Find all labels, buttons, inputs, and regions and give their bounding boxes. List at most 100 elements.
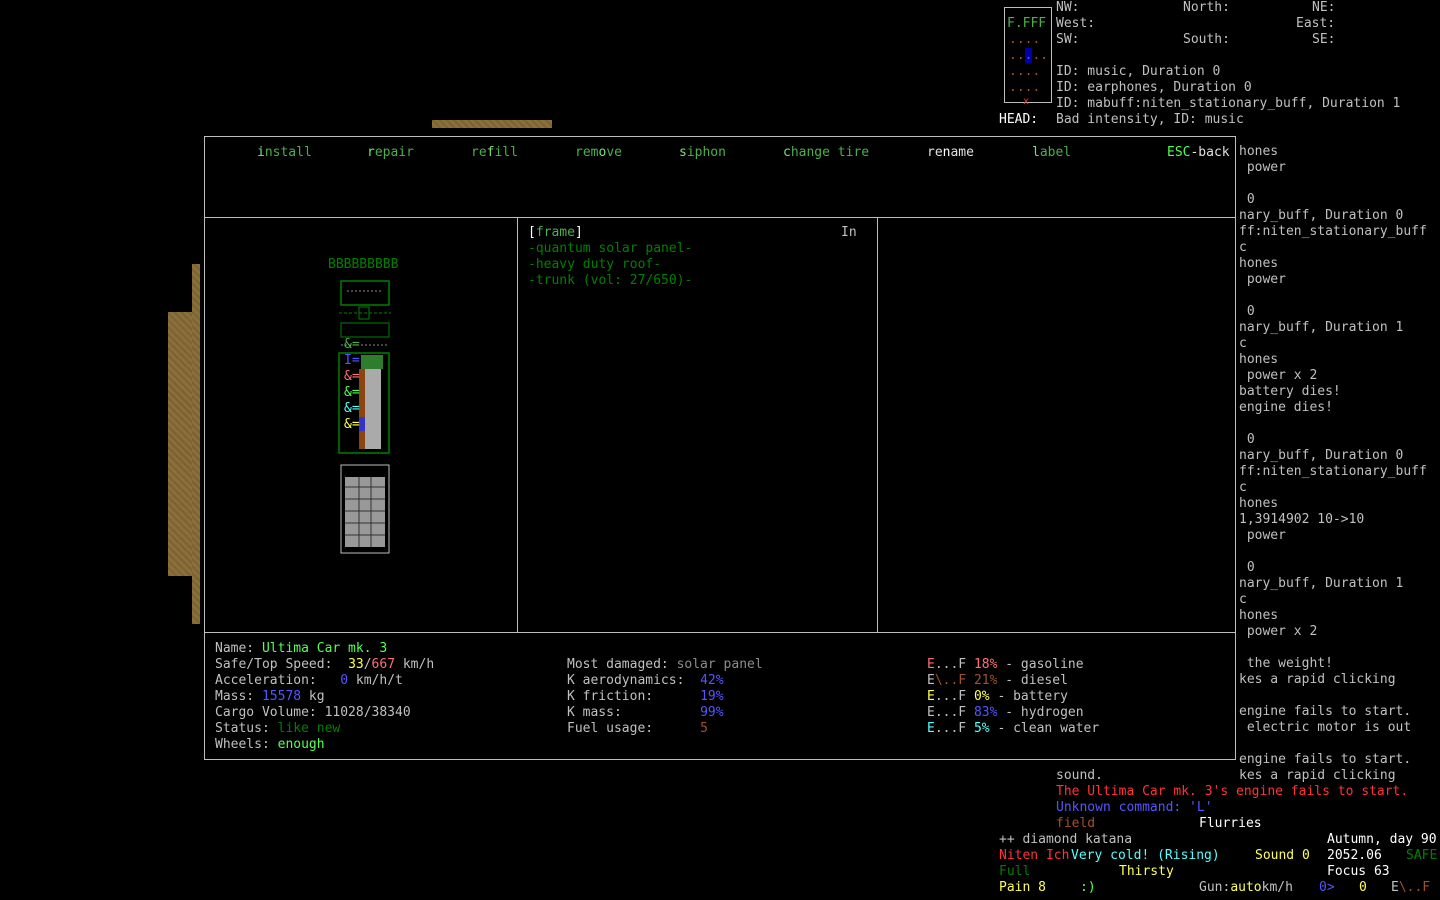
divider [877, 217, 878, 632]
stat-status: Status: like new [215, 721, 341, 736]
dir-west: West: [1056, 16, 1096, 31]
log-line: ff:niten_stationary_buff [1239, 224, 1427, 239]
head-text: Bad intensity, ID: music [1056, 112, 1244, 127]
part-item[interactable]: -trunk (vol: 27/650)- [528, 273, 692, 289]
dir-nw: NW: [1056, 0, 1080, 15]
vehicle-part-glyph: &= [344, 417, 360, 432]
fuel-clean-water: E...F 5% - clean water [927, 721, 1100, 736]
hunger-status: Full [999, 864, 1031, 879]
pain: Pain 8 [999, 880, 1046, 895]
vehicle-part-glyph: I= [344, 353, 360, 368]
message-log: hones power 0 nary_buff, Duration 0 ff:nit… [1239, 128, 1427, 784]
log-line: c [1239, 592, 1247, 607]
thirst-status: Thirsty [1119, 864, 1174, 879]
log-line: 0 [1239, 432, 1255, 447]
log-line: engine fails to start. [1239, 704, 1412, 719]
log-line: c [1239, 240, 1247, 255]
menu-change-tire[interactable]: change tire [783, 145, 869, 161]
stat-fuel-usage: Fuel usage: 5 [567, 721, 708, 736]
menu-rename[interactable]: rename [927, 145, 974, 161]
log-line: power [1239, 272, 1286, 287]
log-line: hones [1239, 256, 1279, 271]
stat-cargo: Cargo Volume: 11028/38340 [215, 705, 411, 720]
minimap-row: .... [1009, 64, 1041, 79]
parts-header: [frame] [528, 225, 583, 240]
player-name: Niten Ich [999, 848, 1070, 863]
vehicle-part-glyph: &= [344, 385, 360, 400]
game-time: 2052.06 [1327, 848, 1382, 863]
log-line: 1,3914902 10->10 [1239, 512, 1365, 527]
effect-line: ID: earphones, Duration 0 [1056, 80, 1252, 95]
log-line: nary_buff, Duration 0 [1239, 448, 1404, 463]
minimap: F.FFF .... ..... .... .... x [1004, 7, 1052, 107]
stat-k-aero: K aerodynamics: 42% [567, 673, 724, 688]
temperature: Very cold! (Rising) [1071, 848, 1220, 863]
effect-line: ID: music, Duration 0 [1056, 64, 1221, 79]
dir-east: East: [1296, 16, 1336, 31]
fuel-battery: E...F 0% - battery [927, 689, 1068, 704]
terrain-dirt-left-inner [192, 264, 200, 624]
season: Autumn, day 90 [1327, 832, 1437, 847]
weapon: ++ diamond katana [999, 832, 1133, 847]
effect-line: ID: mabuff:niten_stationary_buff, Durati… [1056, 96, 1401, 111]
dir-se: SE: [1312, 32, 1336, 47]
menu-label[interactable]: label [1032, 145, 1071, 161]
log-line: 0 [1239, 304, 1255, 319]
minimap-player-marker: x [1023, 96, 1030, 107]
vehicle-part-glyph: &= [344, 337, 360, 352]
menu-install[interactable]: install [257, 145, 312, 161]
log-line: power x 2 [1239, 368, 1318, 383]
dir-north: North: [1183, 0, 1230, 15]
speed-indicator-2: 0 [1359, 880, 1367, 895]
stat-k-friction: K friction: 19% [567, 689, 724, 704]
log-line: c [1239, 336, 1247, 351]
minimap-row: ..... [1009, 48, 1049, 63]
log-engine-fail: The Ultima Car mk. 3's engine fails to s… [1056, 784, 1409, 799]
log-line: 0 [1239, 560, 1255, 575]
log-line: the weight! [1239, 656, 1333, 671]
focus: Focus 63 [1327, 864, 1390, 879]
stat-mass: Mass: 15578 kg [215, 689, 325, 704]
menu-esc-back[interactable]: ESC-back [1167, 145, 1230, 161]
menu-remove[interactable]: remove [575, 145, 622, 161]
log-line: electric motor is out [1239, 720, 1412, 735]
menu-refill[interactable]: refill [471, 145, 518, 161]
log-line: engine fails to start. [1239, 752, 1412, 767]
stat-acceleration: Acceleration: 0 km/h/t [215, 673, 403, 688]
dir-ne: NE: [1312, 0, 1336, 15]
dir-sw: SW: [1056, 32, 1080, 47]
log-line: hones [1239, 352, 1279, 367]
log-line: nary_buff, Duration 1 [1239, 576, 1404, 591]
divider [517, 217, 518, 632]
vehicle-part-glyph: &= [344, 369, 360, 384]
fuel-diesel: E\..F 21% - diesel [927, 673, 1068, 688]
log-line: engine dies! [1239, 400, 1333, 415]
log-sound: sound. [1056, 768, 1103, 783]
log-line: power x 2 [1239, 624, 1318, 639]
log-line: power [1239, 528, 1286, 543]
log-line: nary_buff, Duration 0 [1239, 208, 1404, 223]
stat-most-damaged: Most damaged: solar panel [567, 657, 763, 672]
log-line: power [1239, 160, 1286, 175]
part-item[interactable]: -heavy duty roof- [528, 257, 661, 273]
vehicle-interaction-window: install repair refill remove siphon chan… [204, 136, 1236, 760]
menu-repair[interactable]: repair [367, 145, 414, 161]
log-unknown-command: Unknown command: 'L' [1056, 800, 1213, 815]
weather: Flurries [1199, 816, 1262, 831]
vehicle-art-top: BBBBBBBBB [328, 257, 399, 272]
gun-mode: Gun:autokm/h [1199, 880, 1293, 895]
log-line: kes a rapid clicking [1239, 672, 1396, 687]
menu-siphon[interactable]: siphon [679, 145, 726, 161]
part-item[interactable]: -quantum solar panel- [528, 241, 692, 257]
log-line: hones [1239, 144, 1279, 159]
divider [205, 217, 1235, 218]
log-line: c [1239, 480, 1247, 495]
terrain-dirt-left-outer [168, 312, 192, 576]
divider [205, 632, 1235, 633]
